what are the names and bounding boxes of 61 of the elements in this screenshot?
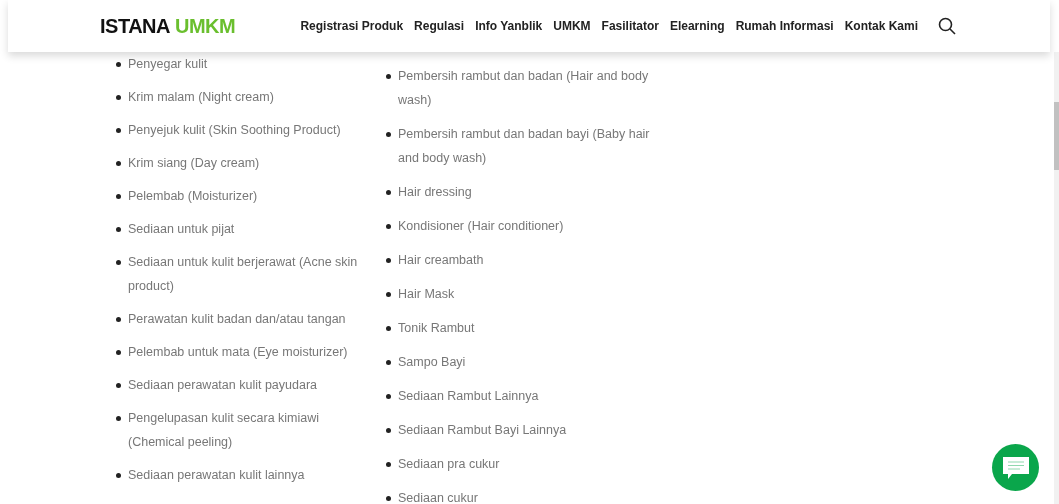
bullet-icon <box>116 62 121 67</box>
bullet-icon <box>386 496 391 501</box>
list-item: Sediaan untuk kulit berjerawat (Acne skin product) <box>128 254 359 295</box>
bullet-icon <box>116 260 121 265</box>
bullet-icon <box>116 473 121 478</box>
bullet-icon <box>386 292 391 297</box>
list-item: Krim siang (Day cream) <box>128 155 261 172</box>
nav-link[interactable]: Info Yanblik <box>475 17 543 35</box>
list-item: Pengelupasan kulit secara kimiawi (Chemical peeling) <box>128 410 321 451</box>
bullet-icon <box>386 258 391 263</box>
bullet-icon <box>116 194 121 199</box>
nav-link[interactable]: Regulasi <box>414 17 465 35</box>
bullet-icon <box>116 416 121 421</box>
list-item: Sediaan cukur <box>398 490 479 504</box>
nav-link[interactable]: Fasilitator <box>601 17 659 35</box>
bullet-icon <box>386 462 391 467</box>
list-item: Pelembab untuk mata (Eye moisturizer) <box>128 344 349 361</box>
bullet-icon <box>116 161 121 166</box>
nav-link[interactable]: Rumah Informasi <box>735 17 834 35</box>
list-item: Sediaan untuk pijat <box>128 221 236 238</box>
bullet-icon <box>386 190 391 195</box>
bullet-icon <box>386 326 391 331</box>
bullet-icon <box>116 128 121 133</box>
chat-button[interactable] <box>992 444 1039 491</box>
list-item: Sediaan Rambut Lainnya <box>398 388 540 405</box>
bullet-icon <box>386 428 391 433</box>
bullet-icon <box>386 74 391 79</box>
nav-link[interactable]: Kontak Kami <box>844 17 918 35</box>
list-item: Penyejuk kulit (Skin Soothing Product) <box>128 122 342 139</box>
list-item: Krim malam (Night cream) <box>128 89 275 106</box>
logo[interactable]: ISTANA UMKM <box>100 11 236 41</box>
chat-icon <box>1001 455 1030 480</box>
bullet-icon <box>386 132 391 137</box>
list-item: Hair Mask <box>398 286 456 303</box>
search-icon[interactable] <box>938 17 956 35</box>
bullet-icon <box>116 350 121 355</box>
list-item: Pembersih rambut dan badan bayi (Baby hair and body wash) <box>398 126 651 167</box>
nav-link[interactable]: UMKM <box>553 17 591 35</box>
list-item: Sediaan perawatan kulit payudara <box>128 377 319 394</box>
list-item: Sediaan Rambut Bayi Lainnya <box>398 422 568 439</box>
bullet-icon <box>116 95 121 100</box>
list-item: Pelembab (Moisturizer) <box>128 188 259 205</box>
list-item: Sampo Bayi <box>398 354 467 371</box>
list-item: Penyegar kulit <box>128 56 209 73</box>
list-item: Tonik Rambut <box>398 320 476 337</box>
bullet-icon <box>386 224 391 229</box>
bullet-icon <box>386 360 391 365</box>
scrollbar-thumb[interactable] <box>1054 102 1059 170</box>
list-item: Sediaan pra cukur <box>398 456 501 473</box>
list-item: Pembersih rambut dan badan (Hair and body wash) <box>398 68 650 109</box>
bullet-icon <box>116 317 121 322</box>
list-item: Hair creambath <box>398 252 485 269</box>
bullet-icon <box>386 394 391 399</box>
nav-link[interactable]: Elearning <box>669 17 725 35</box>
list-item: Hair dressing <box>398 184 473 201</box>
list-item: Kondisioner (Hair conditioner) <box>398 218 565 235</box>
bullet-icon <box>116 383 121 388</box>
nav-link[interactable]: Registrasi Produk <box>300 17 404 35</box>
list-item: Perawatan kulit badan dan/atau tangan <box>128 311 347 328</box>
bullet-icon <box>116 227 121 232</box>
list-item: Sediaan perawatan kulit lainnya <box>128 467 306 484</box>
